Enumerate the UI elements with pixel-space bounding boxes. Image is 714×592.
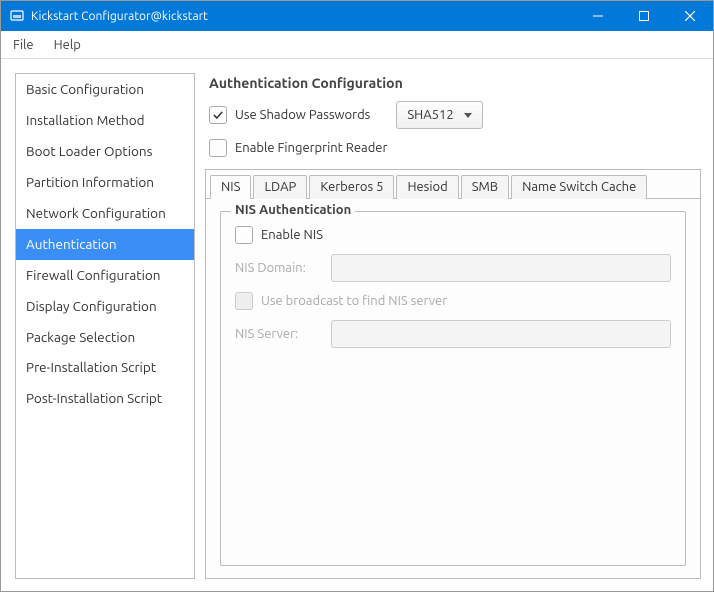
menu-help[interactable]: Help [50,35,85,55]
sidebar-item-firewall-configuration[interactable]: Firewall Configuration [16,260,194,291]
use-shadow-passwords-checkbox[interactable] [209,106,227,124]
nis-domain-label: NIS Domain: [235,261,323,275]
close-button[interactable] [667,1,713,31]
enable-fingerprint-checkbox[interactable] [209,139,227,157]
nis-authentication-fieldset: NIS Authentication Enable NIS NIS Domain… [220,211,686,566]
maximize-button[interactable] [621,1,667,31]
sidebar-item-network-configuration[interactable]: Network Configuration [16,198,194,229]
auth-tab-container: NIS LDAP Kerberos 5 Hesiod SMB Name Swit… [205,169,701,579]
menubar: File Help [1,31,713,59]
window-title: Kickstart Configurator@kickstart [31,10,575,23]
menu-file[interactable]: File [9,35,38,55]
nis-server-input[interactable] [331,320,671,348]
tab-ldap[interactable]: LDAP [253,175,307,199]
tab-smb[interactable]: SMB [461,175,509,199]
sidebar: Basic Configuration Installation Method … [15,73,195,579]
tab-name-switch-cache[interactable]: Name Switch Cache [511,175,647,199]
tab-nis[interactable]: NIS [210,175,251,199]
sidebar-item-authentication[interactable]: Authentication [16,229,194,260]
nis-broadcast-checkbox[interactable] [235,292,253,310]
main-area: Basic Configuration Installation Method … [1,59,713,591]
enable-nis-label: Enable NIS [261,228,323,242]
nis-broadcast-label: Use broadcast to find NIS server [261,294,447,308]
sidebar-item-package-selection[interactable]: Package Selection [16,322,194,353]
enable-nis-checkbox[interactable] [235,226,253,244]
sidebar-item-pre-installation-script[interactable]: Pre-Installation Script [16,352,194,383]
tabs: NIS LDAP Kerberos 5 Hesiod SMB Name Swit… [206,170,700,199]
nis-legend: NIS Authentication [231,203,355,217]
sidebar-item-partition-information[interactable]: Partition Information [16,167,194,198]
nis-server-label: NIS Server: [235,327,323,341]
chevron-down-icon [464,113,472,118]
tab-kerberos5[interactable]: Kerberos 5 [309,175,394,199]
nis-domain-input[interactable] [331,254,671,282]
use-shadow-passwords-label: Use Shadow Passwords [235,108,370,122]
tab-hesiod[interactable]: Hesiod [396,175,458,199]
titlebar: Kickstart Configurator@kickstart [1,1,713,31]
content-pane: Authentication Configuration Use Shadow … [205,73,701,579]
app-icon [9,8,25,24]
sidebar-item-display-configuration[interactable]: Display Configuration [16,291,194,322]
sidebar-item-post-installation-script[interactable]: Post-Installation Script [16,383,194,414]
enable-fingerprint-label: Enable Fingerprint Reader [235,141,387,155]
minimize-button[interactable] [575,1,621,31]
sidebar-item-basic-configuration[interactable]: Basic Configuration [16,74,194,105]
hash-dropdown-value: SHA512 [407,108,453,122]
hash-dropdown[interactable]: SHA512 [396,101,482,129]
tab-body: NIS Authentication Enable NIS NIS Domain… [206,199,700,578]
page-title: Authentication Configuration [209,75,701,91]
sidebar-item-installation-method[interactable]: Installation Method [16,105,194,136]
sidebar-item-boot-loader-options[interactable]: Boot Loader Options [16,136,194,167]
